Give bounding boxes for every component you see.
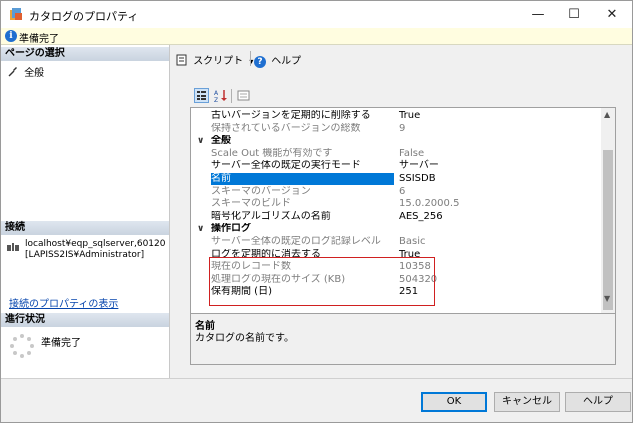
maximize-button[interactable]: ☐: [553, 1, 595, 28]
progress-header: 進行状況: [1, 313, 169, 327]
page-item-general[interactable]: 全般: [7, 64, 45, 79]
property-value[interactable]: Basic: [399, 236, 425, 248]
property-name: サーバー全体の既定の実行モード: [211, 160, 361, 172]
property-name: サーバー全体の既定のログ記録レベル: [211, 236, 381, 247]
connection-server: localhost¥eqp_sqlserver,60120: [25, 239, 166, 249]
button-bar: OK キャンセル ヘルプ: [1, 378, 632, 422]
property-name: スキーマのビルド: [211, 198, 291, 210]
property-name: 操作ログ: [211, 223, 251, 235]
collapse-chevron-icon[interactable]: ∨: [197, 135, 204, 147]
left-pane: ページの選択 全般 接続 localhost¥eqp_sqlserver,601…: [1, 45, 170, 378]
wrench-icon: [8, 67, 17, 77]
script-icon: [176, 54, 187, 66]
property-name: 暗号化アルゴリズムの名前: [211, 210, 331, 222]
help-icon: ?: [254, 56, 266, 68]
grid-property-row[interactable]: スキーマのビルド 15.0.2000.5: [191, 198, 601, 210]
property-value[interactable]: 9: [399, 123, 405, 135]
status-bar: i 準備完了: [1, 28, 632, 45]
property-name: Scale Out 機能が有効です: [211, 147, 333, 159]
property-pages-button[interactable]: [236, 88, 251, 103]
cancel-button[interactable]: キャンセル: [494, 392, 560, 412]
properties-dialog: カタログのプロパティ — ☐ ✕ i 準備完了 ページの選択 全般 接続 loc…: [0, 0, 633, 423]
property-value[interactable]: True: [399, 110, 420, 122]
window-title: カタログのプロパティ: [29, 10, 139, 23]
property-value[interactable]: 6: [399, 186, 405, 198]
grid-property-row[interactable]: 暗号化アルゴリズムの名前 AES_256: [191, 211, 601, 223]
page-item-label: 全般: [24, 68, 45, 79]
highlight-box: [209, 257, 435, 306]
progress-spinner-icon: [10, 334, 34, 358]
help-dialog-button[interactable]: ヘルプ: [565, 392, 631, 412]
grid-property-row[interactable]: 保持されているバージョンの総数 9: [191, 123, 601, 135]
catalog-properties-icon: [10, 8, 22, 20]
property-name: スキーマのバージョン: [211, 185, 311, 197]
connection-icon: [7, 243, 19, 251]
grid-property-row[interactable]: Scale Out 機能が有効です False: [191, 148, 601, 160]
collapse-chevron-icon[interactable]: ∨: [197, 223, 204, 235]
description-pane: 名前 カタログの名前です。: [190, 313, 616, 365]
connection-user: [LAPISS2IS¥Administrator]: [25, 250, 145, 260]
categorized-icon: [197, 91, 206, 100]
info-icon: i: [5, 30, 17, 42]
status-text: 準備完了: [19, 34, 59, 45]
progress-text: 準備完了: [41, 338, 81, 349]
grid-category-row[interactable]: ∨ 全般: [191, 135, 601, 147]
title-bar: カタログのプロパティ — ☐ ✕: [1, 1, 632, 28]
grid-category-row[interactable]: ∨ 操作ログ: [191, 223, 601, 235]
property-name: 古いバージョンを定期的に削除する: [211, 110, 371, 121]
help-button[interactable]: ? ヘルプ: [254, 52, 302, 68]
property-name: 保持されているバージョンの総数: [211, 122, 361, 134]
page-select-header: ページの選択: [1, 47, 169, 61]
sort-az-icon: A Z: [214, 90, 227, 104]
property-value[interactable]: サーバー: [399, 160, 439, 172]
main-pane: スクリプト ▾ ? ヘルプ A Z 古いバージョンを定期的に削除する True …: [170, 45, 632, 378]
connection-properties-link[interactable]: 接続のプロパティの表示: [9, 295, 118, 310]
scroll-down-icon[interactable]: ▼: [604, 294, 610, 303]
property-pages-icon: [237, 90, 250, 101]
scroll-thumb[interactable]: [603, 150, 613, 310]
property-value[interactable]: SSISDB: [399, 173, 436, 185]
property-name: 全般: [211, 135, 231, 147]
svg-text:A: A: [214, 90, 219, 97]
property-value[interactable]: AES_256: [399, 211, 443, 223]
close-button[interactable]: ✕: [591, 1, 632, 28]
help-label: ヘルプ: [271, 56, 302, 67]
svg-text:Z: Z: [214, 97, 218, 103]
grid-property-row[interactable]: サーバー全体の既定のログ記録レベル Basic: [191, 236, 601, 248]
grid-property-row[interactable]: 名前 SSISDB: [191, 173, 601, 185]
toolbar: スクリプト ▾ ? ヘルプ: [170, 45, 632, 73]
property-value[interactable]: 15.0.2000.5: [399, 198, 459, 210]
script-button[interactable]: スクリプト ▾: [176, 52, 253, 67]
description-text: カタログの名前です。: [195, 333, 294, 344]
grid-property-row[interactable]: 古いバージョンを定期的に削除する True: [191, 110, 601, 122]
alphabetical-button[interactable]: A Z: [213, 88, 228, 104]
property-value[interactable]: False: [399, 148, 424, 160]
property-name: 名前: [211, 173, 394, 185]
grid-toolbar-divider: [231, 89, 232, 103]
grid-property-row[interactable]: スキーマのバージョン 6: [191, 186, 601, 198]
grid-property-row[interactable]: サーバー全体の既定の実行モード サーバー: [191, 160, 601, 172]
scroll-up-icon[interactable]: ▲: [604, 110, 610, 119]
ok-button[interactable]: OK: [421, 392, 487, 412]
toolbar-divider: [250, 51, 251, 66]
connection-header: 接続: [1, 221, 169, 235]
script-label: スクリプト: [193, 56, 244, 67]
categorized-button[interactable]: [194, 88, 209, 103]
